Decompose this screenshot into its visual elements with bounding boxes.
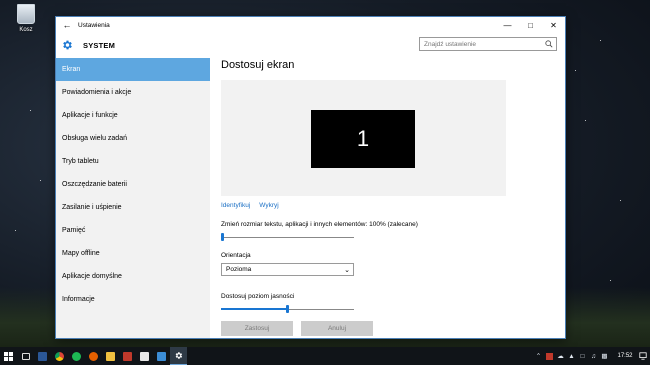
sidebar-item-label: Obsługa wielu zadań [62,135,127,142]
file-explorer-app[interactable] [102,347,119,365]
store-app[interactable] [136,347,153,365]
display-icon[interactable]: □ [577,353,588,360]
settings-window: ← Ustawienia — □ ✕ SYSTEM Ekran Powiadom… [55,16,566,339]
app-tray-icon[interactable] [544,352,555,360]
sidebar-item-wielozadaniowosc[interactable]: Obsługa wielu zadań [56,127,210,150]
mail-icon [157,351,166,361]
cancel-button[interactable]: Anuluj [301,321,373,336]
sidebar-item-label: Aplikacje i funkcje [62,112,118,119]
sidebar-item-label: Mapy offline [62,250,100,257]
display-links: Identyfikuj Wykryj [221,202,279,209]
sidebar-item-oszczedzanie-baterii[interactable]: Oszczędzanie baterii [56,173,210,196]
spotify-icon [72,351,81,361]
sidebar-item-informacje[interactable]: Informacje [56,288,210,311]
sidebar-item-powiadomienia[interactable]: Powiadomienia i akcje [56,81,210,104]
recycle-bin-label: Kosz [19,27,33,33]
spotify-app[interactable] [68,347,85,365]
sidebar-item-label: Pamięć [62,227,86,234]
identify-link[interactable]: Identyfikuj [221,202,250,209]
slider-fill [221,308,286,310]
sidebar: Ekran Powiadomienia i akcje Aplikacje i … [56,58,210,338]
brightness-slider[interactable] [221,305,354,313]
notifications-icon[interactable] [636,352,650,360]
sidebar-item-label: Zasilanie i uśpienie [62,204,122,211]
brightness-label: Dostosuj poziom jasności [221,293,295,300]
chevron-down-icon: ⌄ [344,266,350,274]
sidebar-item-label: Oszczędzanie baterii [62,181,127,188]
folder-icon [106,351,115,361]
firefox-icon [89,351,98,361]
gear-icon [56,39,78,51]
word-app[interactable] [34,347,51,365]
sidebar-item-aplikacje-domyslne[interactable]: Aplikacje domyślne [56,265,210,288]
chrome-app[interactable] [51,347,68,365]
volume-icon[interactable]: ♫ [588,353,599,360]
display-settings-panel: Dostosuj ekran 1 Identyfikuj Wykryj Zmie… [221,58,565,338]
taskbar: ⌃ ☁ ▲ □ ♫ ▩ 17:52 [0,347,650,365]
recycle-bin-icon [17,4,35,24]
scale-slider[interactable] [221,233,354,241]
orientation-value: Pozioma [226,266,252,273]
title-bar: ← Ustawienia — □ ✕ [56,17,565,33]
firefox-app[interactable] [85,347,102,365]
sidebar-item-label: Informacje [62,296,95,303]
sidebar-item-zasilanie[interactable]: Zasilanie i uśpienie [56,196,210,219]
onedrive-icon[interactable]: ☁ [555,352,566,360]
slider-thumb[interactable] [221,233,224,241]
system-tray: ⌃ ☁ ▲ □ ♫ ▩ 17:52 [533,347,650,365]
store-icon [140,351,149,361]
windows-logo-icon [4,351,13,361]
mail-app[interactable] [153,347,170,365]
paint-app[interactable] [119,347,136,365]
slider-track [221,236,354,238]
task-view-button[interactable] [17,347,34,365]
monitor-tile[interactable]: 1 [311,110,415,168]
sidebar-item-aplikacje[interactable]: Aplikacje i funkcje [56,104,210,127]
search-box[interactable] [419,37,557,51]
close-button[interactable]: ✕ [542,21,565,30]
chrome-icon [55,351,64,361]
keyboard-icon[interactable]: ▩ [599,352,610,360]
settings-header: SYSTEM [56,33,565,57]
orientation-label: Orientacja [221,252,251,259]
chevron-up-icon[interactable]: ⌃ [533,352,544,360]
window-title: Ustawienia [78,21,110,29]
back-arrow-icon[interactable]: ← [56,20,78,30]
orientation-dropdown[interactable]: Pozioma ⌄ [221,263,354,276]
monitor-number: 1 [356,126,370,151]
search-input[interactable] [420,38,542,50]
word-icon [38,351,47,361]
sidebar-item-tryb-tabletu[interactable]: Tryb tabletu [56,150,210,173]
page-title: Dostosuj ekran [221,59,295,71]
start-button[interactable] [0,347,17,365]
apply-button[interactable]: Zastosuj [221,321,293,336]
scale-label: Zmień rozmiar tekstu, aplikacji i innych… [221,221,418,228]
sidebar-item-label: Ekran [62,66,81,73]
sidebar-item-ekran[interactable]: Ekran [56,58,210,81]
sidebar-item-label: Tryb tabletu [62,158,99,165]
display-preview-area: 1 [221,80,506,196]
sidebar-item-label: Powiadomienia i akcje [62,89,132,96]
sidebar-item-label: Aplikacje domyślne [62,273,122,280]
clock[interactable]: 17:52 [614,353,636,359]
paint-icon [123,351,132,361]
gear-icon [175,352,183,359]
maximize-button[interactable]: □ [519,21,542,30]
network-icon[interactable]: ▲ [566,353,577,360]
recycle-bin[interactable]: Kosz [10,4,42,33]
slider-thumb[interactable] [286,305,289,313]
minimize-button[interactable]: — [496,21,519,30]
task-view-icon [21,352,30,360]
search-icon[interactable] [542,40,556,48]
sidebar-item-mapy-offline[interactable]: Mapy offline [56,242,210,265]
settings-app[interactable] [170,347,187,365]
sidebar-item-pamiec[interactable]: Pamięć [56,219,210,242]
detect-link[interactable]: Wykryj [259,202,278,209]
section-title: SYSTEM [83,40,116,50]
